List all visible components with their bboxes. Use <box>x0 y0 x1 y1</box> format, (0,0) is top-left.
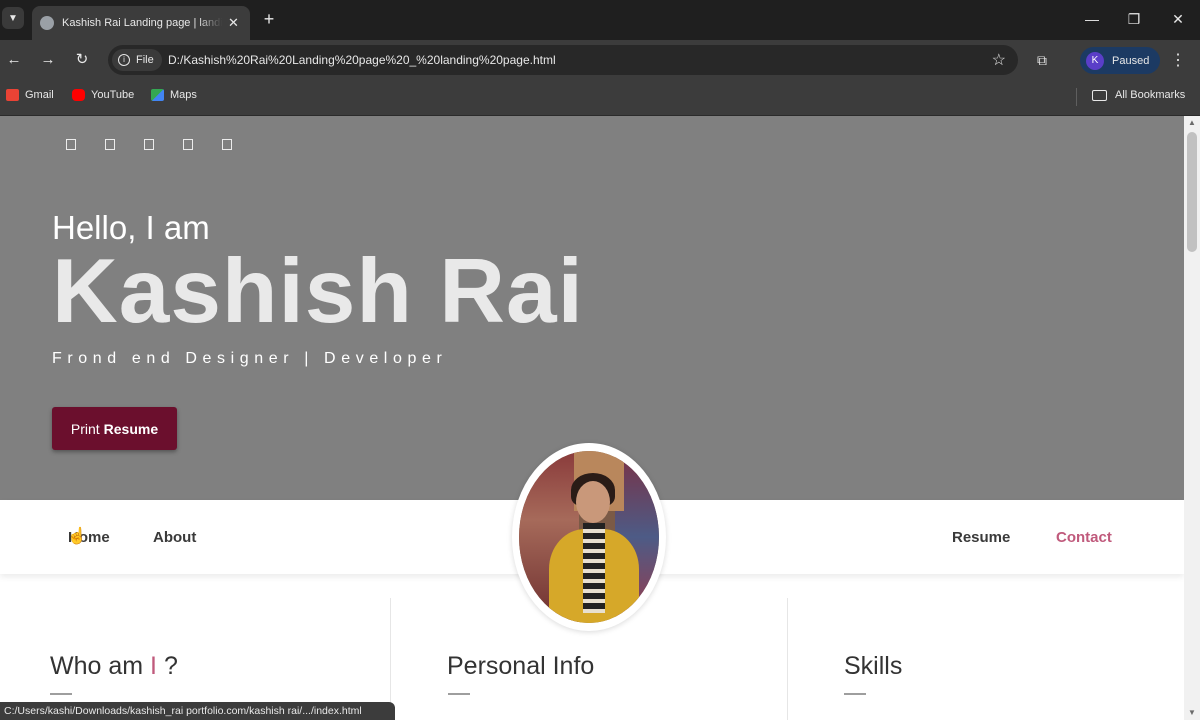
address-bar[interactable]: i File D:/Kashish%20Rai%20Landing%20page… <box>108 45 1018 75</box>
skills-heading: Skills <box>844 652 903 680</box>
restore-icon[interactable]: ❐ <box>1122 8 1146 30</box>
browser-toolbar: ← → ↻ i File D:/Kashish%20Rai%20Landing%… <box>0 40 1200 80</box>
page-viewport: Hello, I am Kashish Rai Frond end Design… <box>0 116 1184 720</box>
social-icon-3[interactable] <box>144 139 154 150</box>
gmail-icon <box>6 89 19 101</box>
profile-button[interactable]: K Paused <box>1080 47 1160 74</box>
social-icon-5[interactable] <box>222 139 232 150</box>
print-resume-button[interactable]: Print Resume <box>52 407 177 450</box>
link-status-bar: C:/Users/kashi/Downloads/kashish_rai por… <box>0 702 395 720</box>
print-button-prefix: Print <box>70 420 100 437</box>
who-prefix: Who am <box>50 652 144 680</box>
nav-resume[interactable]: Resume <box>952 529 1010 546</box>
all-bookmarks-button[interactable]: All Bookmarks <box>1092 89 1185 101</box>
folder-icon <box>1092 89 1107 101</box>
all-bookmarks-label: All Bookmarks <box>1115 89 1186 101</box>
scroll-down-icon[interactable]: ▼ <box>1188 709 1196 717</box>
bookmarks-divider <box>1076 88 1077 106</box>
nav-contact[interactable]: Contact <box>1056 529 1112 546</box>
browser-titlebar: ▼ Kashish Rai Landing page | landing ✕ +… <box>0 0 1200 40</box>
profile-avatar-frame <box>512 443 666 631</box>
social-icon-4[interactable] <box>183 139 193 150</box>
close-tab-icon[interactable]: ✕ <box>228 15 239 31</box>
url-text[interactable]: D:/Kashish%20Rai%20Landing%20page%20_%20… <box>168 53 556 67</box>
bookmark-maps[interactable]: Maps <box>151 89 197 101</box>
profile-avatar: K <box>1086 51 1104 70</box>
reload-icon[interactable]: ↻ <box>72 50 92 70</box>
close-window-icon[interactable]: ✕ <box>1166 8 1190 30</box>
profile-photo <box>519 451 659 623</box>
new-tab-icon[interactable]: + <box>260 8 278 30</box>
bookmark-gmail[interactable]: Gmail <box>6 89 54 101</box>
forward-arrow-icon[interactable]: → <box>38 50 58 70</box>
bookmark-label: Gmail <box>25 89 54 101</box>
who-am-i-heading: Who am I ? <box>50 652 178 681</box>
scroll-up-icon[interactable]: ▲ <box>1188 119 1196 127</box>
bookmarks-bar: Gmail YouTube Maps All Bookmarks <box>0 80 1200 116</box>
minimize-icon[interactable]: — <box>1080 8 1104 30</box>
hero-role: Frond end Designer | Developer <box>52 350 448 367</box>
bookmark-youtube[interactable]: YouTube <box>72 89 134 101</box>
print-button-bold: Resume <box>103 420 159 437</box>
back-arrow-icon[interactable]: ← <box>4 50 24 70</box>
profile-status: Paused <box>1112 54 1150 67</box>
page-scrollbar[interactable]: ▲ ▼ <box>1184 116 1200 720</box>
personal-info-heading: Personal Info <box>447 652 595 680</box>
heading-underline <box>50 693 72 695</box>
tab-search-chevron-icon[interactable]: ▼ <box>2 7 24 29</box>
social-icon-1[interactable] <box>66 139 76 150</box>
column-divider <box>787 598 788 720</box>
bookmark-star-icon[interactable]: ☆ <box>992 50 1006 70</box>
hero-name: Kashish Rai <box>52 241 584 342</box>
mouse-cursor-icon: ☝ <box>67 528 87 545</box>
maps-icon <box>151 89 164 101</box>
heading-underline <box>448 693 470 695</box>
nav-about[interactable]: About <box>153 529 196 546</box>
scroll-thumb[interactable] <box>1187 132 1197 252</box>
kebab-menu-icon[interactable]: ⋮ <box>1170 50 1186 70</box>
social-icon-2[interactable] <box>105 139 115 150</box>
who-accent: I <box>150 652 157 680</box>
heading-underline <box>844 693 866 695</box>
extensions-puzzle-icon[interactable]: ⧉ <box>1032 50 1052 70</box>
globe-icon <box>40 16 54 30</box>
bookmark-label: Maps <box>170 89 197 101</box>
youtube-icon <box>72 89 85 101</box>
info-icon: i <box>118 54 130 66</box>
tab-title: Kashish Rai Landing page | landing <box>62 17 222 29</box>
file-label: File <box>136 54 154 66</box>
site-info-chip[interactable]: i File <box>112 49 162 71</box>
bookmark-label: YouTube <box>91 89 135 101</box>
social-links <box>66 139 232 150</box>
who-suffix: ? <box>163 652 178 680</box>
browser-tab[interactable]: Kashish Rai Landing page | landing ✕ <box>32 6 250 40</box>
